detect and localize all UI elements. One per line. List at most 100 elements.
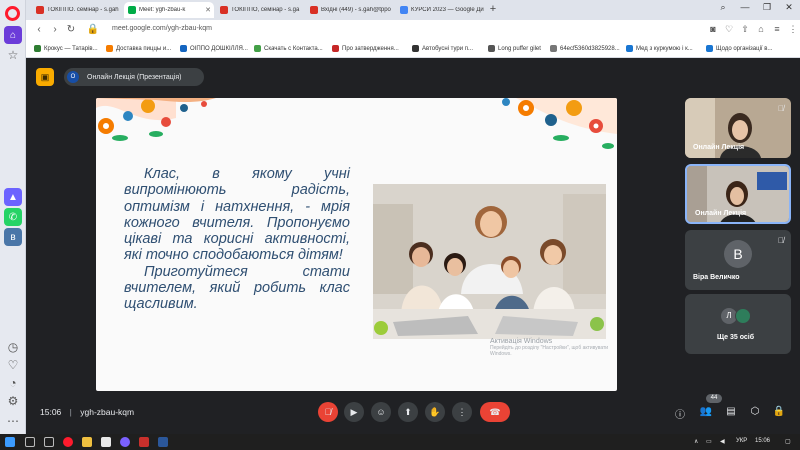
- bookmark-item[interactable]: Автобусні тури п...: [412, 45, 473, 52]
- avatar: В: [724, 240, 752, 268]
- bookmark-item[interactable]: Доставка пиццы и...: [106, 45, 171, 52]
- mic-off-icon: 🎙̸: [324, 407, 332, 417]
- bookmark-item[interactable]: Щодо організації в...: [706, 45, 772, 52]
- file-explorer-icon[interactable]: [82, 437, 92, 447]
- camera-icon[interactable]: ◙: [706, 24, 720, 34]
- bookmark-item[interactable]: Long puffer gilet: [488, 45, 541, 52]
- notifications-icon[interactable]: ▢: [785, 438, 791, 445]
- more-participants-tile[interactable]: Л Ще 35 осіб: [685, 294, 791, 354]
- tab-1[interactable]: ТОКІППО. семінар - s.gah: [32, 2, 122, 18]
- heart-icon[interactable]: ♡: [4, 356, 22, 374]
- close-window-button[interactable]: ✕: [780, 2, 798, 13]
- presenter-pill[interactable]: О Онлайн Лекція (Презентація): [64, 68, 204, 86]
- drive-icon: [400, 6, 408, 14]
- presentation-icon[interactable]: ▣: [36, 68, 54, 86]
- task-view-icon[interactable]: [44, 437, 54, 447]
- people-icon[interactable]: 👥: [699, 406, 713, 417]
- new-tab-button[interactable]: +: [486, 3, 500, 17]
- close-tab-icon[interactable]: ✕: [205, 6, 211, 14]
- tab-4[interactable]: Вхідні (449) - s.gah@tppo: [306, 2, 394, 18]
- presentation-title: Онлайн Лекція (Презентація): [87, 73, 182, 81]
- bookmark-item[interactable]: ОІППО ДОШКІЛЛЯ...: [180, 45, 248, 52]
- language-indicator[interactable]: УКР: [736, 438, 747, 444]
- slide-paragraph: Клас, в якому учні випромінюють радість,…: [124, 166, 350, 264]
- reactions-button[interactable]: ☺: [371, 402, 391, 422]
- bookmark-item[interactable]: Мед з куркумою і к...: [626, 45, 693, 52]
- bookmark-favicon: [550, 45, 557, 52]
- mic-toggle-button[interactable]: 🎙̸: [318, 402, 338, 422]
- minimize-button[interactable]: —: [736, 2, 754, 12]
- snapshot-icon[interactable]: ⌂: [754, 24, 768, 34]
- bookmark-item[interactable]: Крокус — Татарів...: [34, 45, 98, 52]
- opera-taskbar-icon[interactable]: [63, 437, 73, 447]
- volume-icon[interactable]: ◀: [720, 438, 725, 445]
- more-participants-label: Ще 35 осіб: [717, 334, 755, 341]
- windows-start-icon[interactable]: [5, 437, 15, 447]
- taskbar-clock[interactable]: 15:06: [755, 438, 770, 444]
- activation-subtitle: Перейдіть до розділу "Настройки", щоб ак…: [490, 345, 609, 357]
- bookmark-favicon: [412, 45, 419, 52]
- tab-strip: ТОКІППО. семінар - s.gah Meet: ygh-zbau-…: [26, 0, 800, 20]
- url-field[interactable]: meet.google.com/ygh-zbau-kqm: [112, 25, 212, 32]
- more-options-button[interactable]: ⋮: [452, 402, 472, 422]
- tray-up-icon[interactable]: ∧: [694, 438, 698, 445]
- floral-left-decoration: [96, 98, 216, 141]
- chat-icon[interactable]: ▤: [724, 406, 738, 417]
- whatsapp-icon[interactable]: ✆: [4, 208, 22, 226]
- vk-icon[interactable]: в: [4, 228, 22, 246]
- camera-toggle-button[interactable]: ▶: [344, 402, 364, 422]
- aria-icon[interactable]: ▲: [4, 188, 22, 206]
- bookmark-item[interactable]: 64ecf5360d3825928...: [550, 45, 620, 52]
- back-icon[interactable]: ‹: [32, 24, 46, 35]
- easy-setup-icon[interactable]: ≡: [770, 24, 784, 34]
- windows-taskbar: ∧ ▭ ◀ УКР 15:06 ▢: [0, 434, 800, 450]
- gmail-icon: [310, 6, 318, 14]
- meeting-info: 15:06 | ygh-zbau-kqm: [40, 407, 134, 417]
- tab-5[interactable]: КУРСИ 2023 — Google Ди: [396, 2, 484, 18]
- activation-title: Активація Windows: [490, 338, 553, 345]
- participant-name: Віра Величко: [693, 274, 740, 281]
- mic-off-icon: 🎙̸: [778, 104, 784, 113]
- bookmark-favicon: [706, 45, 713, 52]
- lock-icon[interactable]: 🔒: [86, 24, 100, 35]
- more-vert-icon: ⋮: [457, 406, 467, 417]
- participant-tile-3[interactable]: 🎙̸ В Віра Величко: [685, 230, 791, 290]
- home-icon[interactable]: ⌂: [4, 26, 22, 44]
- bookmark-icon[interactable]: ♡: [722, 24, 736, 35]
- meeting-time: 15:06: [40, 407, 62, 417]
- bookmark-item[interactable]: Скачать с Контакта...: [254, 45, 323, 52]
- participant-tile-1[interactable]: 🎙̸ Онлайн Лекція: [685, 98, 791, 158]
- share-icon[interactable]: ⇧: [738, 24, 752, 35]
- app-icon[interactable]: [101, 437, 111, 447]
- network-icon[interactable]: ▭: [706, 438, 712, 445]
- tab-meet[interactable]: Meet: ygh-zbau-k ✕: [124, 2, 214, 18]
- powerpoint-icon[interactable]: [139, 437, 149, 447]
- participant-count-badge: 44: [706, 394, 722, 403]
- history-icon[interactable]: ◷: [4, 338, 22, 356]
- menu-icon[interactable]: ⋮: [786, 24, 800, 35]
- host-controls-icon[interactable]: 🔒: [772, 406, 786, 417]
- opera-logo-icon[interactable]: [5, 6, 20, 21]
- meet-area: ▣ О Онлайн Лекція (Презентація) Клас, в …: [26, 58, 800, 434]
- maximize-button[interactable]: ❐: [758, 2, 776, 13]
- word-icon[interactable]: [158, 437, 168, 447]
- search-tabs-icon[interactable]: ⌕: [714, 2, 732, 13]
- tab-3[interactable]: ТОКІППО, семінар - s.ga: [216, 2, 304, 18]
- history2-icon[interactable]: ◔: [4, 374, 22, 392]
- more-icon[interactable]: ⋯: [4, 412, 22, 430]
- leave-call-button[interactable]: ☎: [480, 402, 510, 422]
- reload-icon[interactable]: ↻: [64, 24, 78, 35]
- viber-icon[interactable]: [120, 437, 130, 447]
- forward-icon[interactable]: ›: [48, 24, 62, 35]
- speed-dial-icon[interactable]: ☆: [4, 46, 22, 64]
- present-button[interactable]: ⬆: [398, 402, 418, 422]
- participant-tile-2[interactable]: Онлайн Лекція: [685, 164, 791, 224]
- search-icon[interactable]: [25, 437, 35, 447]
- bookmark-item[interactable]: Про затвердження...: [332, 45, 399, 52]
- meeting-details-icon[interactable]: ⓘ: [673, 406, 687, 421]
- bookmark-favicon: [488, 45, 495, 52]
- activities-icon[interactable]: ⬡: [748, 406, 762, 417]
- raise-hand-button[interactable]: ✋: [425, 402, 445, 422]
- meet-icon: [128, 6, 136, 14]
- settings-icon[interactable]: ⚙: [4, 392, 22, 410]
